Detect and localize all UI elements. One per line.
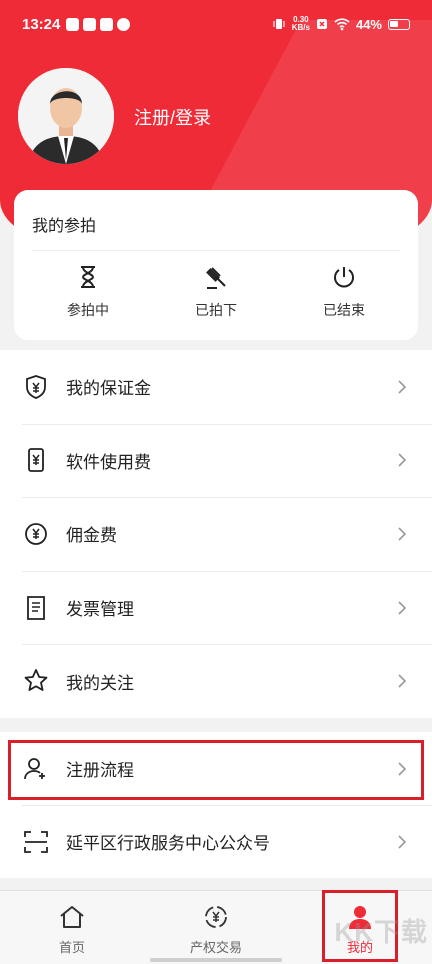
op-label: 参拍中 (67, 302, 109, 318)
auction-in-progress[interactable]: 参拍中 (33, 264, 143, 320)
vibrate-icon (273, 19, 285, 29)
phone-yen-icon (28, 448, 44, 473)
menu-label: 我的关注 (66, 673, 134, 693)
notification-icons (66, 18, 130, 31)
avatar[interactable] (18, 68, 114, 164)
watermark: KK下载 (334, 917, 428, 947)
menu-label: 延平区行政服务中心公众号 (66, 834, 270, 853)
chevron-right-icon (398, 761, 407, 776)
tab-property-trading[interactable]: 产权交易 (144, 891, 288, 964)
chevron-right-icon (398, 674, 407, 688)
my-auction-card: 我的参拍 参拍中 已拍下 已结束 (14, 190, 418, 340)
divider (32, 250, 400, 251)
status-bar: 13:24 0.30 KB/s 44% (0, 0, 432, 52)
menu-list-secondary: 注册流程 延平区行政服务中心公众号 (0, 732, 432, 878)
coin-yen-icon (25, 523, 47, 545)
menu-item-software-fee[interactable]: 软件使用费 (0, 423, 432, 498)
hourglass-icon (81, 266, 95, 288)
menu-label: 软件使用费 (66, 452, 151, 472)
tab-label: 产权交易 (189, 940, 242, 955)
menu-item-favorites[interactable]: 我的关注 (0, 644, 432, 718)
auction-status-row: 参拍中 已拍下 已结束 (14, 264, 418, 320)
calendar-icon (100, 18, 113, 31)
menu-label: 我的保证金 (66, 379, 151, 399)
op-label: 已结束 (323, 302, 365, 318)
chevron-right-icon (398, 453, 407, 467)
status-right: 0.30 KB/s 44% (272, 16, 410, 32)
menu-label: 注册流程 (66, 761, 134, 780)
op-label: 已拍下 (195, 302, 237, 318)
gavel-icon (206, 267, 226, 289)
scan-icon (24, 830, 48, 853)
home-indicator[interactable] (150, 958, 282, 962)
menu-label: 发票管理 (66, 600, 134, 620)
chevron-right-icon (398, 380, 407, 394)
login-link[interactable]: 注册/登录 (134, 104, 211, 130)
shield-yen-icon (26, 374, 46, 399)
menu-label: 佣金费 (66, 526, 117, 546)
menu-item-official-account[interactable]: 延平区行政服务中心公众号 (0, 805, 432, 878)
sim-off-icon (316, 19, 327, 29)
app-icon (117, 18, 130, 31)
chevron-right-icon (398, 601, 407, 615)
menu-item-registration-flow[interactable]: 注册流程 (0, 732, 432, 805)
menu-item-invoice[interactable]: 发票管理 (0, 570, 432, 645)
mail-icon (83, 18, 96, 31)
exchange-icon (205, 906, 227, 928)
menu-item-commission[interactable]: 佣金费 (0, 497, 432, 571)
battery-percent: 44% (355, 16, 382, 32)
power-icon (334, 267, 354, 288)
auction-won[interactable]: 已拍下 (161, 264, 271, 320)
battery-icon (388, 18, 410, 30)
avatar-icon (18, 68, 114, 164)
menu-list: 我的保证金 软件使用费 佣金费 发票管理 我的关注 (0, 350, 432, 718)
status-time: 13:24 (22, 16, 61, 33)
tab-label: 首页 (58, 940, 85, 955)
app-notification-icon (66, 18, 79, 31)
menu-item-deposit[interactable]: 我的保证金 (0, 350, 432, 424)
star-icon (24, 669, 48, 692)
card-title: 我的参拍 (32, 218, 97, 235)
wifi-icon (334, 18, 350, 31)
invoice-icon (27, 595, 45, 620)
network-speed: 0.30 KB/s (291, 15, 310, 32)
user-add-icon (24, 757, 45, 779)
auction-ended[interactable]: 已结束 (289, 264, 399, 320)
chevron-right-icon (398, 527, 407, 541)
home-icon (60, 906, 84, 928)
chevron-right-icon (398, 834, 407, 849)
tab-home[interactable]: 首页 (0, 891, 144, 964)
